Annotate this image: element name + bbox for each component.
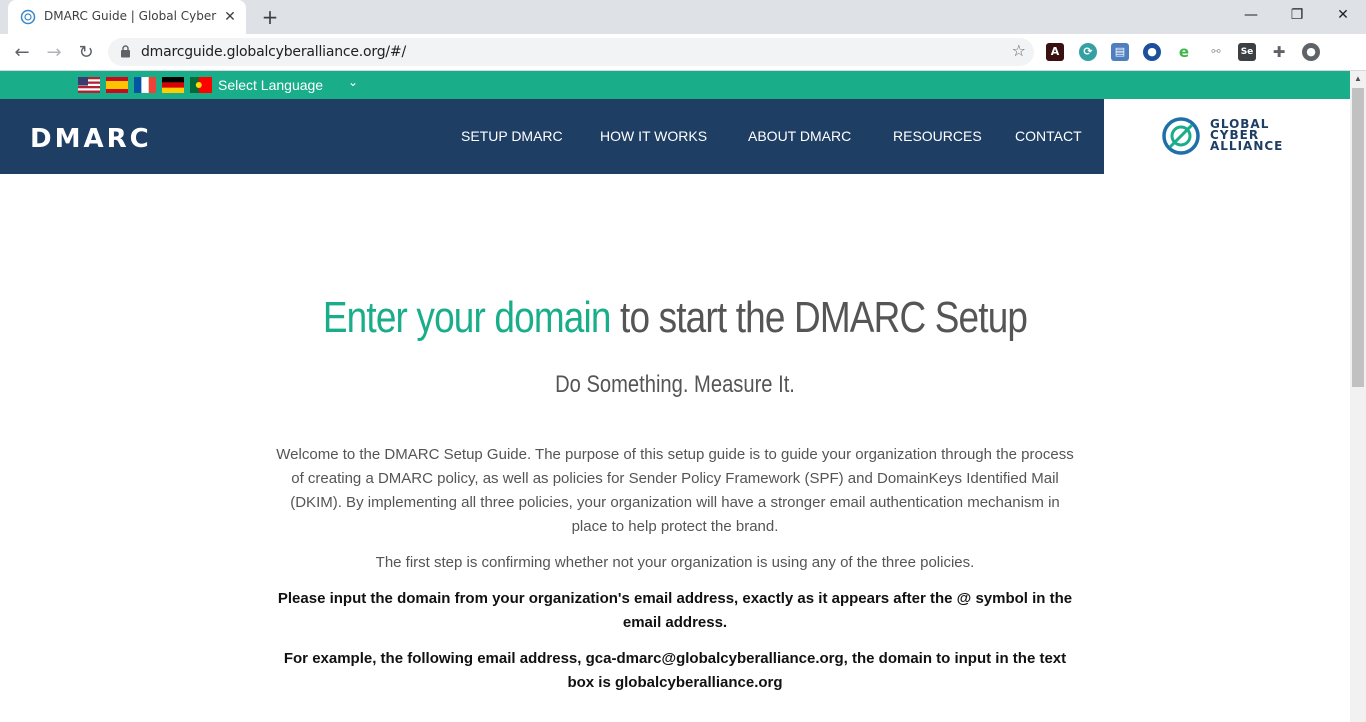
us-flag-icon[interactable]	[78, 77, 100, 93]
nav-setup-dmarc[interactable]: SETUP DMARC	[461, 128, 563, 144]
browser-toolbar: ← → ↻ dmarcguide.globalcyberalliance.org…	[0, 34, 1366, 71]
example-paragraph: For example, the following email address…	[283, 650, 1067, 691]
scroll-up-arrow-icon[interactable]: ▲	[1350, 71, 1366, 87]
forward-button[interactable]: →	[40, 39, 68, 67]
new-tab-button[interactable]: +	[258, 5, 282, 29]
page-scrollbar[interactable]: ▲	[1350, 71, 1366, 722]
window-close-button[interactable]: ✕	[1320, 0, 1366, 30]
browser-tab[interactable]: DMARC Guide | Global Cyber Alli ✕	[8, 0, 246, 34]
instruction-paragraph: Please input the domain from your organi…	[277, 590, 1073, 631]
nav-contact[interactable]: CONTACT	[1015, 128, 1082, 144]
extension-circle-icon[interactable]: ●	[1143, 43, 1161, 61]
dmarc-logo[interactable]: DMARC	[30, 124, 152, 154]
global-cyber-alliance-logo[interactable]: GLOBAL CYBER ALLIANCE	[1104, 99, 1350, 174]
extension-e-icon[interactable]: e	[1175, 43, 1193, 61]
url-text[interactable]: dmarcguide.globalcyberalliance.org/#/	[141, 44, 406, 60]
page-title: Enter your domain to start the DMARC Set…	[108, 293, 1242, 343]
gca-emblem-icon	[1162, 117, 1200, 155]
language-bar: Select Language ⌄	[0, 71, 1350, 99]
gca-wordmark: GLOBAL CYBER ALLIANCE	[1210, 118, 1284, 153]
title-highlight: Enter your domain	[322, 293, 612, 342]
extension-link-icon[interactable]: ⚯	[1207, 43, 1225, 61]
gca-word-alliance: ALLIANCE	[1210, 139, 1284, 153]
bookmark-star-icon[interactable]: ☆	[1012, 41, 1026, 60]
acrobat-icon[interactable]: A	[1046, 43, 1064, 61]
globe-favicon-icon	[20, 9, 36, 25]
scroll-thumb[interactable]	[1352, 88, 1364, 387]
extension-blue-icon[interactable]: ▤	[1111, 43, 1129, 61]
portugal-flag-icon[interactable]	[190, 77, 212, 93]
page-subtitle: Do Something. Measure It.	[555, 371, 795, 398]
title-rest: to start the DMARC Setup	[610, 293, 1028, 342]
selenium-icon[interactable]: Se	[1238, 43, 1256, 61]
intro-paragraph: Welcome to the DMARC Setup Guide. The pu…	[276, 446, 1074, 535]
nav-about-dmarc[interactable]: ABOUT DMARC	[748, 128, 851, 144]
germany-flag-icon[interactable]	[162, 77, 184, 93]
reload-button[interactable]: ↻	[72, 39, 100, 67]
address-bar[interactable]: dmarcguide.globalcyberalliance.org/#/ ☆	[108, 38, 1034, 66]
restore-button[interactable]: ❐	[1274, 0, 1320, 30]
france-flag-icon[interactable]	[134, 77, 156, 93]
first-step-paragraph: The first step is confirming whether not…	[375, 554, 975, 571]
back-button[interactable]: ←	[8, 39, 36, 67]
lock-icon	[121, 45, 130, 58]
tab-close-icon[interactable]: ✕	[222, 9, 238, 25]
puzzle-icon[interactable]: ✚	[1270, 43, 1288, 61]
minimize-button[interactable]: —	[1228, 0, 1274, 30]
web-page: Select Language ⌄ DMARC SETUP DMARC HOW …	[0, 71, 1350, 722]
tab-title: DMARC Guide | Global Cyber Alli	[44, 9, 220, 23]
profile-icon[interactable]: ●	[1302, 43, 1320, 61]
chevron-down-icon[interactable]: ⌄	[348, 75, 358, 89]
extension-teal-icon[interactable]: ⟳	[1079, 43, 1097, 61]
spain-flag-icon[interactable]	[106, 77, 128, 93]
site-header: DMARC SETUP DMARC HOW IT WORKS ABOUT DMA…	[0, 99, 1104, 174]
language-select[interactable]: Select Language	[218, 77, 323, 93]
nav-resources[interactable]: RESOURCES	[893, 128, 982, 144]
tab-strip: DMARC Guide | Global Cyber Alli ✕ + — ❐ …	[0, 0, 1366, 34]
nav-how-it-works[interactable]: HOW IT WORKS	[600, 128, 707, 144]
